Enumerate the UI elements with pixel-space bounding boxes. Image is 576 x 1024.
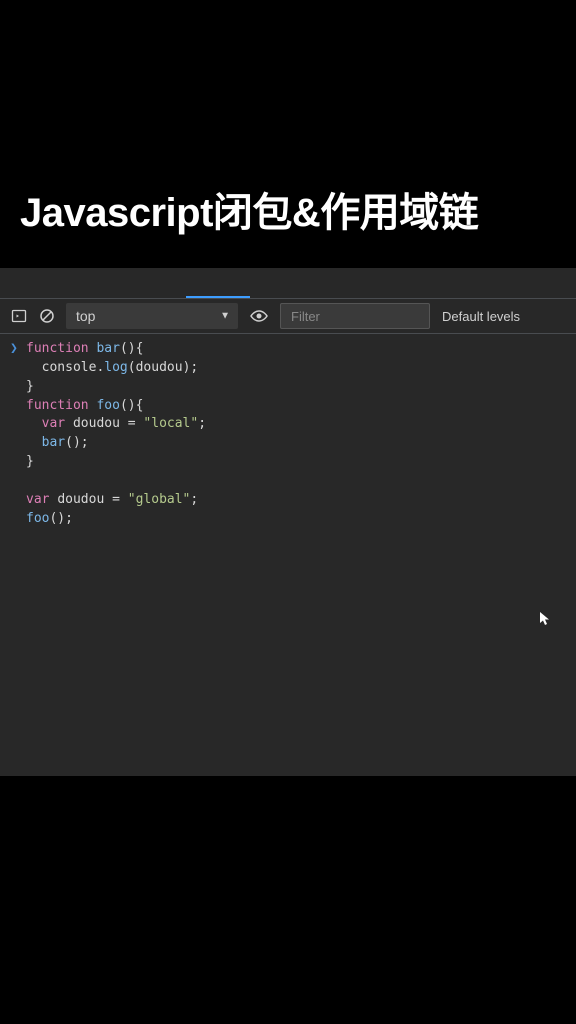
execution-context-dropdown[interactable]: top [66,303,238,329]
console-toolbar: top ▼ Default levels [0,298,576,334]
active-tab-indicator [186,296,250,298]
prompt-icon: ❯ [10,340,26,528]
code-input[interactable]: function bar(){ console.log(doudou); } f… [26,340,206,528]
toggle-console-sidebar-icon[interactable] [10,307,28,325]
log-levels-dropdown[interactable]: Default levels [442,309,520,324]
filter-input[interactable] [280,303,430,329]
page-title: Javascript闭包&作用域链 [20,180,556,238]
console-content[interactable]: ❯ function bar(){ console.log(doudou); }… [0,334,576,534]
tab-strip [0,268,576,298]
devtools-panel: top ▼ Default levels ❯ function bar(){ c… [0,268,576,776]
live-expression-icon[interactable] [248,305,270,327]
clear-console-icon[interactable] [38,307,56,325]
